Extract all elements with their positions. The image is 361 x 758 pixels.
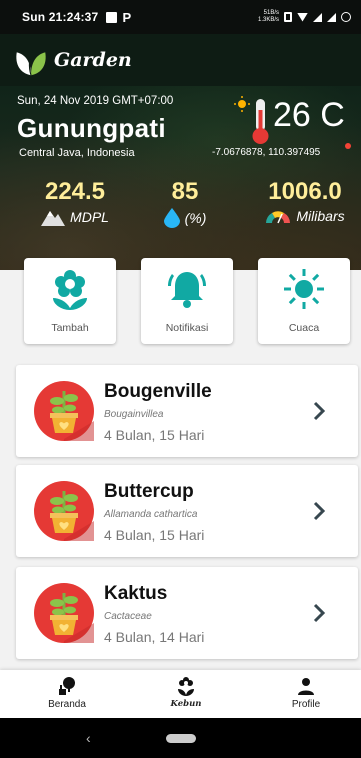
chevron-right-icon [313,501,326,521]
weather-region: Central Java, Indonesia [19,147,135,159]
cuaca-button[interactable]: Cuaca [258,258,350,344]
altitude-value: 224.5 [44,178,106,205]
pressure-metric: 1006.0 Milibars [255,178,355,224]
system-nav-bar: ‹ [0,718,361,758]
plant-age: 4 Bulan, 15 Hari [104,527,205,543]
pressure-unit: Milibars [296,208,345,224]
humidity-value: 85 [171,178,199,205]
image-notification-icon [106,11,118,23]
potted-plant-icon [34,381,94,441]
status-bar: Sun 21:24:37 P 51B/s 1.3KB/s [0,0,361,34]
pressure-value: 1006.0 [268,178,342,205]
nav-profile-label: Profile [291,699,321,710]
potted-plant-icon [34,583,94,643]
gauge-icon [266,211,291,224]
flower-icon [53,270,87,310]
app-bar: Garden [0,34,361,86]
humidity-metric: 85 (%) [150,178,220,228]
home-plant-icon [59,677,75,695]
notifikasi-button[interactable]: Notifikasi [141,258,233,344]
nav-beranda[interactable]: Beranda [27,676,107,710]
garden-icon [178,677,194,696]
signal-icon [313,12,322,22]
wifi-icon [297,12,308,22]
plant-card-bougenville[interactable]: Bougenville Bougainvillea 4 Bulan, 15 Ha… [16,365,358,457]
battery-icon [341,12,351,22]
plant-name: Kaktus [104,583,168,604]
coordinates: -7.0676878, 110.397495 [212,147,321,158]
sun-icon [284,269,324,309]
network-speed: 51B/s 1.3KB/s [257,10,279,23]
nav-kebun-label: Kebun [170,699,202,709]
app-title: Garden [54,49,132,71]
status-time: Sun 21:24:37 [22,10,99,24]
plant-latin-name: Allamanda cathartica [104,509,198,520]
potted-plant-icon [34,481,94,541]
nav-beranda-label: Beranda [48,699,86,710]
garden-logo-icon [16,50,46,76]
location-dot [345,143,351,149]
plant-card-kaktus[interactable]: Kaktus Cactaceae 4 Bulan, 14 Hari [16,567,358,659]
weather-city: Gunungpati [17,113,166,143]
mountain-icon [41,211,66,226]
plant-latin-name: Bougainvillea [104,409,164,420]
person-icon [298,678,314,695]
humidity-unit: (%) [184,210,207,226]
plant-name: Buttercup [104,481,194,502]
weather-panel: Sun, 24 Nov 2019 GMT+07:00 Gunungpati Ce… [0,86,361,270]
plant-name: Bougenville [104,381,212,402]
bell-icon [168,272,206,308]
chevron-right-icon [313,603,326,623]
tambah-button[interactable]: Tambah [24,258,116,344]
notifikasi-label: Notifikasi [165,322,209,334]
signal-icon-2 [327,12,336,22]
tambah-label: Tambah [51,322,89,334]
bottom-navigation: Beranda Kebun Profile [0,670,361,718]
nav-kebun[interactable]: Kebun [146,676,226,709]
plant-latin-name: Cactaceae [104,611,152,622]
vibrate-icon [284,12,292,22]
weather-date: Sun, 24 Nov 2019 GMT+07:00 [17,95,174,107]
plant-age: 4 Bulan, 15 Hari [104,427,205,443]
altitude-unit: MDPL [70,209,109,225]
cuaca-label: Cuaca [288,322,320,334]
thermometer-icon [234,96,269,144]
temperature: 26 C [273,96,345,134]
water-drop-icon [163,208,180,228]
back-icon[interactable]: ‹ [86,730,91,746]
nav-profile[interactable]: Profile [266,676,346,710]
altitude-metric: 224.5 MDPL [30,178,120,226]
chevron-right-icon [313,401,326,421]
home-gesture-pill[interactable] [166,734,196,743]
plant-card-buttercup[interactable]: Buttercup Allamanda cathartica 4 Bulan, … [16,465,358,557]
action-row: Tambah Notifikasi Cuaca [0,258,361,346]
parking-notification-icon: P [122,9,132,25]
plant-age: 4 Bulan, 14 Hari [104,629,205,645]
